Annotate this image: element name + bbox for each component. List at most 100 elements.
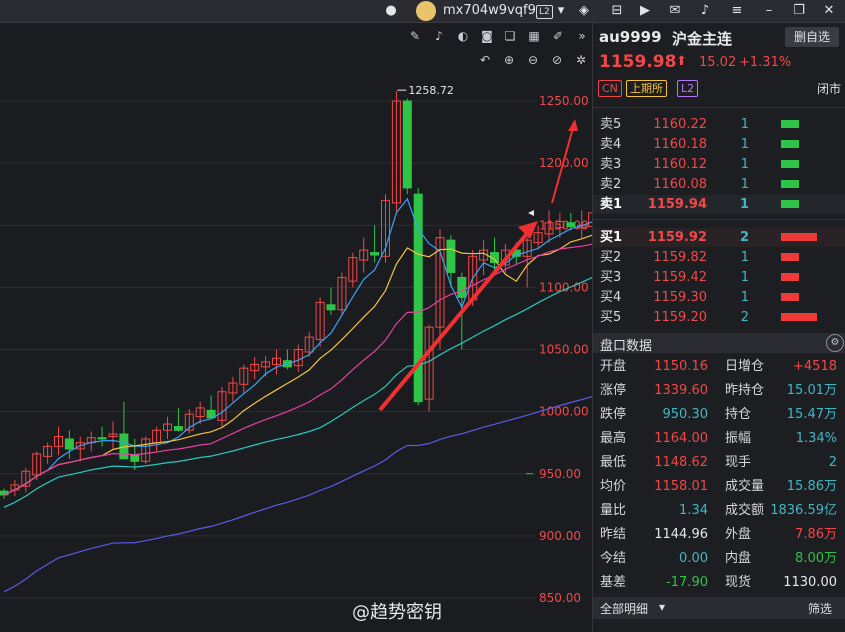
ask-row[interactable]: 卖4 1160.18 1 [593,135,845,154]
camera-icon[interactable]: ◙ [479,28,495,44]
stat-value: -17.90 [666,575,708,590]
menu-icon[interactable]: ≡ [728,2,746,20]
ask-row[interactable]: 卖5 1160.22 1 [593,115,845,134]
book-volume: 1 [740,137,749,152]
candle-body [326,304,336,311]
chevron-down-icon[interactable]: ▾ [659,600,665,614]
bid-row[interactable]: 买2 1159.82 1 [593,248,845,267]
kline-svg[interactable]: 1250.001200.001150.001100.001050.001000.… [0,23,592,632]
book-label: 卖2 [600,177,622,192]
stat-item: 外盘 7.86万 [725,524,837,546]
price-change-pct: +1.31% [739,55,792,70]
stat-label: 成交额 [725,503,765,518]
stat-item: 现手 2 [725,452,837,474]
stat-item: 基差 -17.90 [600,572,708,594]
book-label: 买5 [600,310,622,325]
book-label: 卖4 [600,137,622,152]
stat-label: 跌停 [600,407,627,422]
price-tick-label: 1050.00 [539,343,589,357]
stat-item: 量比 1.34 [600,500,708,522]
book-volume: 1 [740,157,749,172]
stat-label: 最高 [600,431,627,446]
stat-value: 1836.59亿 [770,503,837,518]
book-price: 1160.12 [653,157,707,172]
bid-row[interactable]: 买4 1159.30 1 [593,288,845,307]
stat-value: 1144.96 [654,527,708,542]
book-price: 1160.18 [653,137,707,152]
stat-value: 1.34 [679,503,708,518]
bid-row[interactable]: 买3 1159.42 1 [593,268,845,287]
stat-value: 1.34% [795,431,837,446]
last-price: 1159.98 [599,52,677,72]
high-marker-label: 1258.72 [408,84,454,97]
price-tick-label: 1250.00 [539,94,589,108]
kline-chart[interactable]: 1250.001200.001150.001100.001050.001000.… [0,23,592,632]
tag-l2: L2 [677,80,699,97]
ask-row[interactable]: 卖2 1160.08 1 [593,175,845,194]
stat-item: 昨持仓 15.01万 [725,380,837,402]
settings-icon[interactable]: ✲ [573,52,589,68]
stat-value: 0.00 [679,551,708,566]
zoom-in-icon[interactable]: ⊕ [501,52,517,68]
stat-label: 现货 [725,575,752,590]
stat-item: 最高 1164.00 [600,428,708,450]
book-price: 1160.08 [653,177,707,192]
all-detail-label[interactable]: 全部明细 [600,600,648,617]
level-badge: L2 [536,5,553,19]
layers-icon[interactable]: ◈ [575,2,593,20]
copy-icon[interactable]: ❏ [502,28,518,44]
watermark: @趋势密钥 [352,602,442,623]
zoom-out-icon[interactable]: ⊖ [525,52,541,68]
candle-body [64,438,74,450]
pen-off-icon[interactable]: ✐ [550,28,566,44]
ask-row[interactable]: 卖1 1159.94 1 [593,195,845,214]
bid-row[interactable]: 买1 1159.92 2 [593,228,845,247]
stat-label: 今结 [600,551,627,566]
bell-icon[interactable]: ♪ [431,28,447,44]
gear-icon[interactable]: ⚙ [826,334,844,352]
minimize-icon[interactable]: – [760,2,778,20]
current-price-marker [528,210,534,216]
stat-label: 现手 [725,455,752,470]
close-icon[interactable]: ✕ [820,2,838,20]
price-tick-label: 900.00 [539,529,581,543]
stat-value: 15.86万 [786,479,837,494]
annotation-arrow-small-head [568,119,578,131]
book-volume: 1 [740,177,749,192]
eye-off-icon[interactable]: ⊘ [549,52,565,68]
robot-icon[interactable]: ● [382,2,400,20]
up-arrow-icon: ⬆ [676,54,687,69]
stat-label: 内盘 [725,551,752,566]
grid-icon[interactable]: ▦ [526,28,542,44]
username[interactable]: mx704w9vqf9 [443,2,536,20]
restore-icon[interactable]: ❐ [790,2,808,20]
book-volume-bar [781,233,817,241]
bid-row[interactable]: 买5 1159.20 2 [593,308,845,327]
symbol-name: 沪金主连 [672,30,733,48]
user-avatar[interactable] [416,1,436,21]
stat-label: 均价 [600,479,627,494]
filter-label[interactable]: 筛选 [808,600,832,617]
tag-exchange: 上期所 [626,80,667,97]
stat-label: 外盘 [725,527,752,542]
book-price: 1159.82 [653,250,707,265]
undo-icon[interactable]: ↶ [477,52,493,68]
book-label: 卖5 [600,117,622,132]
all-detail-header[interactable]: 全部明细 ▾ 筛选 [593,597,845,619]
stat-value: 1164.00 [654,431,708,446]
depth-header[interactable]: 盘口数据 ⚙ [593,333,845,354]
collapse-icon[interactable]: » [574,28,590,44]
pencil-icon[interactable]: ✎ [407,28,423,44]
toggle-icon[interactable]: ◐ [455,28,471,44]
ask-row[interactable]: 卖3 1160.12 1 [593,155,845,174]
stat-label: 开盘 [600,359,627,374]
media-icon[interactable]: ▶ [636,2,654,20]
remove-watchlist-button[interactable]: 删自选 [785,27,839,47]
book-volume-bar [781,253,799,261]
stat-value: +4518 [793,359,837,374]
pin-icon[interactable]: ⊟ [608,2,626,20]
chevron-down-icon[interactable]: ▾ [552,2,570,20]
bell-icon[interactable]: ♪ [696,2,714,20]
mail-icon[interactable]: ✉ [666,2,684,20]
stat-value: 15.47万 [786,407,837,422]
